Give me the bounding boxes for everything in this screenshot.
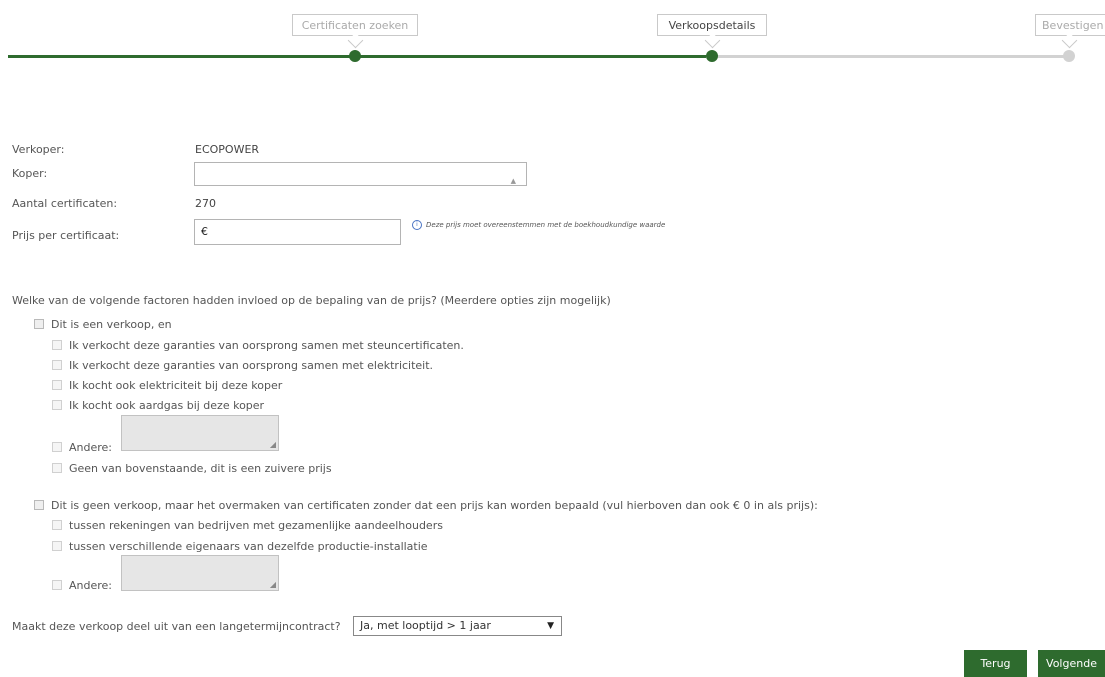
checkbox-transfer-option-aandeelhouders[interactable]: tussen rekeningen van bedrijven met geza…: [52, 519, 443, 532]
info-icon: i: [412, 220, 422, 230]
option-label: tussen rekeningen van bedrijven met geza…: [69, 519, 443, 532]
option-label: Ik verkocht deze garanties van oorsprong…: [69, 359, 434, 372]
price-label: Prijs per certificaat:: [12, 229, 120, 242]
back-button[interactable]: Terug: [964, 650, 1027, 677]
contract-question: Maakt deze verkoop deel uit van een lang…: [12, 620, 341, 633]
sale-other-textarea[interactable]: ◢: [121, 415, 279, 451]
checkbox-transfer[interactable]: Dit is geen verkoop, maar het overmaken …: [34, 499, 818, 512]
checkbox[interactable]: [34, 500, 44, 510]
count-label: Aantal certificaten:: [12, 197, 118, 210]
option-label: Andere:: [69, 441, 113, 454]
price-note-text: Deze prijs moet overeenstemmen met de bo…: [426, 221, 666, 229]
option-label: Geen van bovenstaande, dit is een zuiver…: [69, 462, 332, 475]
checkbox[interactable]: [52, 400, 62, 410]
step-dot-current: [706, 50, 718, 62]
checkbox-sale-option-aardgas[interactable]: Ik kocht ook aardgas bij deze koper: [52, 399, 264, 412]
checkbox-sale-label: Dit is een verkoop, en: [51, 318, 172, 331]
checkbox[interactable]: [52, 541, 62, 551]
checkbox[interactable]: [52, 580, 62, 590]
checkbox-sale-option-elektriciteit-gekocht[interactable]: Ik kocht ook elektriciteit bij deze kope…: [52, 379, 282, 392]
resize-grip-icon[interactable]: ◢: [270, 440, 276, 449]
option-label: Ik kocht ook aardgas bij deze koper: [69, 399, 265, 412]
checkbox[interactable]: [52, 340, 62, 350]
checkbox-sale-option-elektriciteit-verkocht[interactable]: Ik verkocht deze garanties van oorsprong…: [52, 359, 433, 372]
checkbox[interactable]: [52, 463, 62, 473]
chevron-down-icon: ▼: [547, 621, 554, 631]
checkbox[interactable]: [52, 360, 62, 370]
checkbox[interactable]: [52, 442, 62, 452]
chevron-up-icon: ▲: [510, 177, 516, 185]
checkbox-sale-option-steuncertificaten[interactable]: Ik verkocht deze garanties van oorsprong…: [52, 339, 464, 352]
buyer-label: Koper:: [12, 167, 48, 180]
transfer-other-textarea[interactable]: ◢: [121, 555, 279, 591]
factors-question: Welke van de volgende factoren hadden in…: [12, 294, 611, 307]
price-note: i Deze prijs moet overeenstemmen met de b…: [412, 220, 665, 230]
checkbox[interactable]: [52, 380, 62, 390]
seller-value: ECOPOWER: [195, 143, 260, 156]
contract-select[interactable]: Ja, met looptijd > 1 jaar ▼: [353, 616, 562, 636]
price-input[interactable]: €: [194, 219, 401, 245]
seller-label: Verkoper:: [12, 143, 65, 156]
option-label: Ik kocht ook elektriciteit bij deze kope…: [69, 379, 283, 392]
checkbox-transfer-label: Dit is geen verkoop, maar het overmaken …: [51, 499, 818, 512]
option-label: Ik verkocht deze garanties van oorsprong…: [69, 339, 464, 352]
resize-grip-icon[interactable]: ◢: [270, 580, 276, 589]
count-value: 270: [195, 197, 216, 210]
option-label: Andere:: [69, 579, 113, 592]
next-button[interactable]: Volgende: [1038, 650, 1105, 677]
checkbox[interactable]: [52, 520, 62, 530]
checkbox[interactable]: [34, 319, 44, 329]
contract-select-value: Ja, met looptijd > 1 jaar: [360, 619, 491, 632]
step-dot-pending: [1063, 50, 1075, 62]
progress-track-pending: [706, 55, 1068, 58]
step-dot-done: [349, 50, 361, 62]
checkbox-transfer-option-andere[interactable]: Andere:: [52, 579, 112, 592]
checkbox-sale-option-andere[interactable]: Andere:: [52, 441, 112, 454]
option-label: tussen verschillende eigenaars van dezel…: [69, 540, 428, 553]
checkbox-sale-option-zuivere-prijs[interactable]: Geen van bovenstaande, dit is een zuiver…: [52, 462, 332, 475]
checkbox-transfer-option-productie-installatie[interactable]: tussen verschillende eigenaars van dezel…: [52, 540, 428, 553]
checkbox-sale[interactable]: Dit is een verkoop, en: [34, 318, 172, 331]
buyer-select[interactable]: ▲: [194, 162, 527, 186]
